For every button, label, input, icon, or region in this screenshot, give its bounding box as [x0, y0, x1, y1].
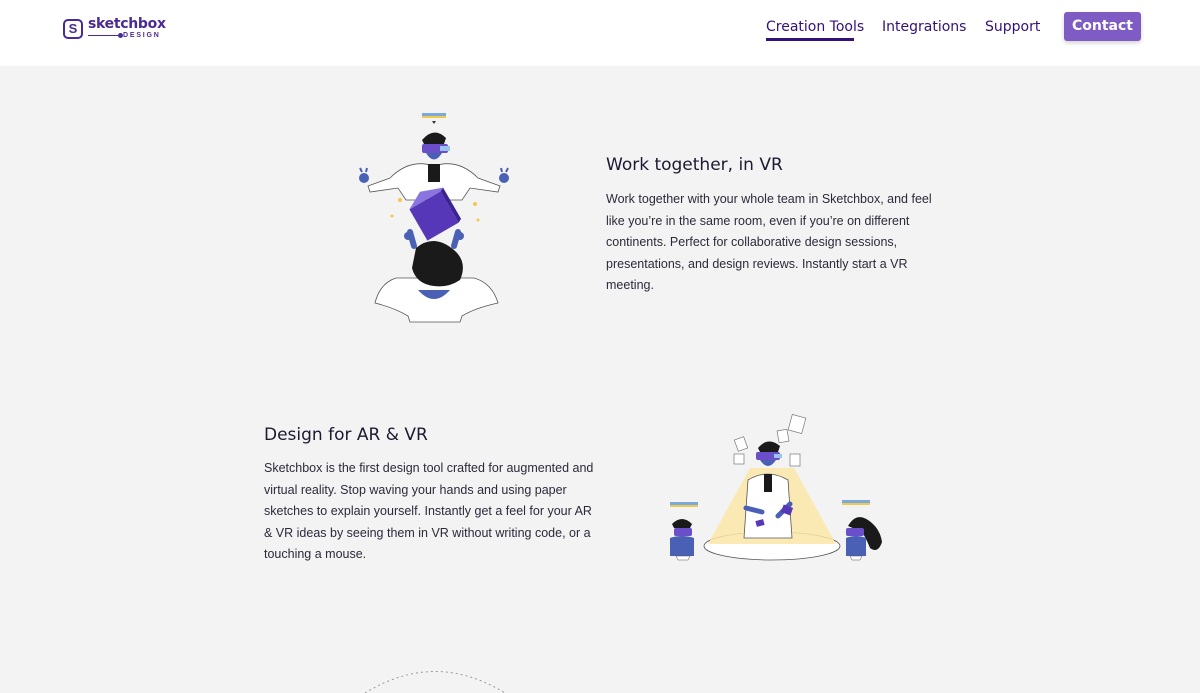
dotted-arc-decoration — [355, 662, 515, 693]
contact-button[interactable]: Contact — [1064, 12, 1141, 41]
section-text-design-ar-vr: Sketchbox is the first design tool craft… — [264, 461, 594, 561]
logo-subtitle: DESIGN — [123, 32, 161, 39]
nav-active-underline — [766, 38, 854, 41]
nav-support[interactable]: Support — [985, 18, 1040, 36]
section-title-design-ar-vr: Design for AR & VR — [264, 425, 428, 445]
logo-mark-icon: S — [63, 19, 83, 39]
site-header: S sketchbox DESIGN Creation Tools Integr… — [0, 0, 1200, 66]
ar-vr-design-illustration-icon — [660, 408, 890, 568]
sketchbox-logo[interactable]: S sketchbox DESIGN — [63, 16, 173, 42]
nav-integrations[interactable]: Integrations — [882, 18, 966, 36]
logo-wordmark: sketchbox — [88, 16, 166, 32]
nav-creation-tools[interactable]: Creation Tools — [766, 18, 864, 36]
section-text-work-together: Work together with your whole team in Sk… — [606, 192, 932, 292]
logo-line — [88, 35, 119, 36]
vr-collaboration-illustration-icon — [350, 108, 520, 328]
section-title-work-together: Work together, in VR — [606, 155, 783, 175]
